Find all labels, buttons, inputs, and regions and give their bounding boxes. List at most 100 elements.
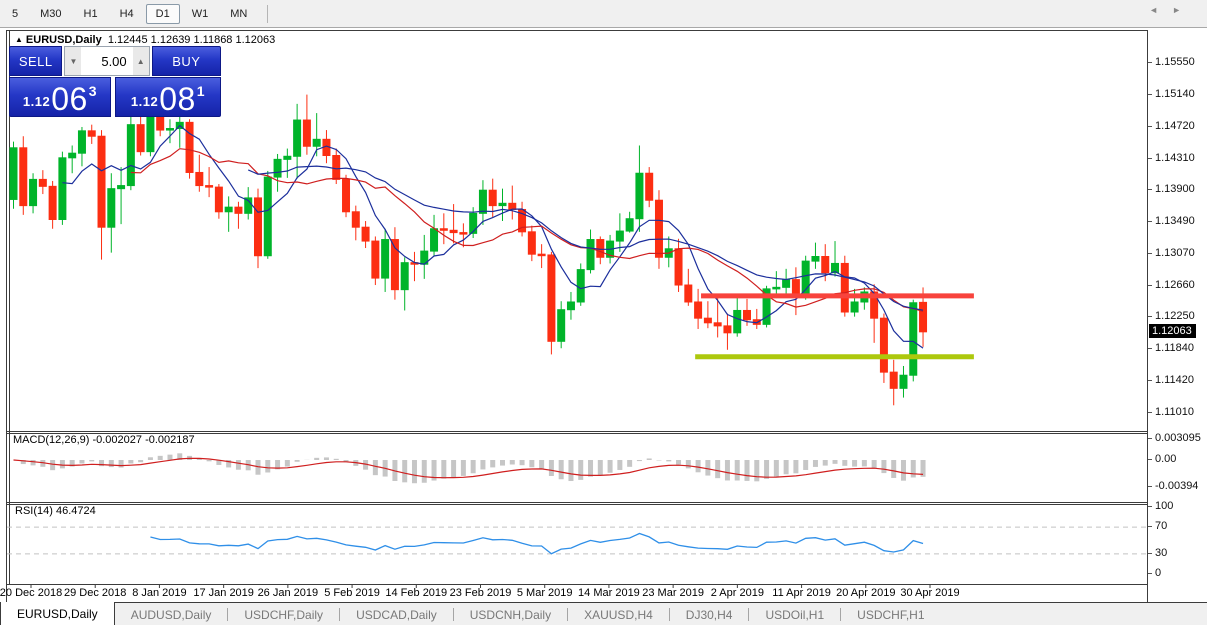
scale-tick-mark xyxy=(1148,380,1152,381)
volume-decrease-button[interactable]: ▼ xyxy=(65,47,81,75)
scale-tick-mark xyxy=(1148,553,1152,554)
up-triangle-icon: ▲ xyxy=(15,35,23,44)
scale-tick-mark xyxy=(1148,438,1152,439)
timeframe-button-h4[interactable]: H4 xyxy=(110,4,144,24)
one-click-trading-widget: SELL ▼ 5.00 ▲ BUY 1.12063 1.12081 xyxy=(9,46,221,117)
date-label: 26 Jan 2019 xyxy=(258,587,319,599)
date-label: 11 Apr 2019 xyxy=(772,587,831,599)
rsi-label: RSI(14) 46.4724 xyxy=(15,505,96,517)
timeframe-button-d1[interactable]: D1 xyxy=(146,4,180,24)
buy-button[interactable]: BUY xyxy=(152,46,221,76)
chart-tab-eurusd-daily[interactable]: EURUSD,Daily xyxy=(0,602,115,625)
price-tick: 1.12660 xyxy=(1155,279,1195,291)
chart-tab-usdcnh-daily[interactable]: USDCNH,Daily xyxy=(454,603,567,625)
volume-stepper: ▼ 5.00 ▲ xyxy=(64,46,149,76)
scale-tick-mark xyxy=(1148,459,1152,460)
chart-symbol: EURUSD,Daily xyxy=(26,34,102,46)
price-tick: 1.11420 xyxy=(1155,374,1194,386)
sell-price-sup: 3 xyxy=(89,83,97,99)
scale-tick-mark xyxy=(1148,158,1152,159)
macd-label: MACD(12,26,9) -0.002027 -0.002187 xyxy=(13,434,195,446)
scale-tick-mark xyxy=(1148,348,1152,349)
timeframe-button-m30[interactable]: M30 xyxy=(30,4,71,24)
timeframe-toolbar: 5M30H1H4D1W1MN xyxy=(0,0,1207,28)
date-label: 20 Dec 2018 xyxy=(0,587,62,599)
chart-tab-bar: EURUSD,DailyAUDUSD,DailyUSDCHF,DailyUSDC… xyxy=(0,602,1207,625)
scale-tick-mark xyxy=(1148,573,1152,574)
scale-tick-mark xyxy=(1148,253,1152,254)
buy-price-sup: 1 xyxy=(197,83,205,99)
scale-tick-mark xyxy=(1148,412,1152,413)
macd-tick: 0.00 xyxy=(1155,453,1176,465)
scale-tick-mark xyxy=(1148,526,1152,527)
timeframe-button-5[interactable]: 5 xyxy=(2,4,28,24)
price-tick: 1.13070 xyxy=(1155,247,1195,259)
date-label: 30 Apr 2019 xyxy=(900,587,959,599)
date-label: 14 Mar 2019 xyxy=(578,587,640,599)
timeframe-button-w1[interactable]: W1 xyxy=(182,4,219,24)
sell-price-big: 06 xyxy=(51,86,88,113)
chart-tab-xauusd-h4[interactable]: XAUUSD,H4 xyxy=(568,603,669,625)
buy-price-big: 08 xyxy=(159,86,196,113)
current-price-badge: 1.12063 xyxy=(1149,324,1196,338)
scale-tick-mark xyxy=(1148,189,1152,190)
date-label: 14 Feb 2019 xyxy=(385,587,447,599)
buy-price-display[interactable]: 1.12081 xyxy=(115,77,221,117)
price-tick: 1.12250 xyxy=(1155,310,1195,322)
chart-tab-usdchf-daily[interactable]: USDCHF,Daily xyxy=(228,603,339,625)
rsi-tick: 70 xyxy=(1155,520,1167,532)
chart-title: ▲EURUSD,Daily 1.12445 1.12639 1.11868 1.… xyxy=(15,34,275,46)
date-label: 2 Apr 2019 xyxy=(711,587,764,599)
chart-window[interactable]: ▲EURUSD,Daily 1.12445 1.12639 1.11868 1.… xyxy=(6,30,1148,603)
scale-tick-mark xyxy=(1148,94,1152,95)
date-label: 5 Mar 2019 xyxy=(517,587,573,599)
buy-price-small: 1.12 xyxy=(131,94,158,109)
macd-tick: 0.003095 xyxy=(1155,432,1201,444)
sell-price-small: 1.12 xyxy=(23,94,50,109)
scale-tick-mark xyxy=(1148,126,1152,127)
date-label: 20 Apr 2019 xyxy=(836,587,895,599)
price-tick: 1.13490 xyxy=(1155,215,1195,227)
timeframe-button-h1[interactable]: H1 xyxy=(74,4,108,24)
scale-tick-mark xyxy=(1148,316,1152,317)
toolbar-separator xyxy=(267,5,268,23)
macd-tick: -0.00394 xyxy=(1155,480,1198,492)
volume-input[interactable]: 5.00 xyxy=(81,47,132,75)
scale-tick-mark xyxy=(1148,285,1152,286)
date-label: 8 Jan 2019 xyxy=(132,587,186,599)
date-label: 5 Feb 2019 xyxy=(324,587,380,599)
price-tick: 1.15140 xyxy=(1155,88,1195,100)
chart-tab-dj30-h4[interactable]: DJ30,H4 xyxy=(670,603,749,625)
price-tick: 1.11840 xyxy=(1155,342,1194,354)
date-label: 17 Jan 2019 xyxy=(193,587,254,599)
rsi-line xyxy=(150,534,923,554)
sell-price-display[interactable]: 1.12063 xyxy=(9,77,111,117)
scale-tick-mark xyxy=(1148,486,1152,487)
price-tick: 1.14310 xyxy=(1155,152,1195,164)
tab-scroll-left-icon[interactable]: ◄ xyxy=(1149,5,1172,15)
chart-tab-usdchf-h1[interactable]: USDCHF,H1 xyxy=(841,603,940,625)
date-label: 23 Mar 2019 xyxy=(642,587,704,599)
price-scale[interactable]: 1.15550 1.15140 1.14720 1.14310 1.13900 1.134… xyxy=(1148,30,1207,601)
tab-scroll-right-icon[interactable]: ► xyxy=(1172,5,1195,15)
chart-tab-audusd-daily[interactable]: AUDUSD,Daily xyxy=(115,603,228,625)
price-tick: 1.15550 xyxy=(1155,56,1195,68)
chart-tab-usdoil-h1[interactable]: USDOil,H1 xyxy=(749,603,840,625)
scale-tick-mark xyxy=(1148,221,1152,222)
rsi-tick: 30 xyxy=(1155,547,1167,559)
price-tick: 1.14720 xyxy=(1155,120,1195,132)
price-tick: 1.13900 xyxy=(1155,183,1195,195)
chart-tab-usdcad-daily[interactable]: USDCAD,Daily xyxy=(340,603,453,625)
scale-tick-mark xyxy=(1148,62,1152,63)
rsi-tick: 100 xyxy=(1155,500,1173,512)
trading-terminal: 5M30H1H4D1W1MN ▲EURUSD,Daily 1.12445 1.1… xyxy=(0,0,1207,625)
price-tick: 1.11010 xyxy=(1155,406,1194,418)
tab-scroll-arrows[interactable]: ◄► xyxy=(1149,5,1195,15)
chart-ohlc-values: 1.12445 1.12639 1.11868 1.12063 xyxy=(108,34,275,46)
date-label: 29 Dec 2018 xyxy=(64,587,126,599)
volume-increase-button[interactable]: ▲ xyxy=(133,47,149,75)
date-label: 23 Feb 2019 xyxy=(450,587,512,599)
scale-tick-mark xyxy=(1148,506,1152,507)
timeframe-button-mn[interactable]: MN xyxy=(220,4,257,24)
sell-button[interactable]: SELL xyxy=(9,46,62,76)
